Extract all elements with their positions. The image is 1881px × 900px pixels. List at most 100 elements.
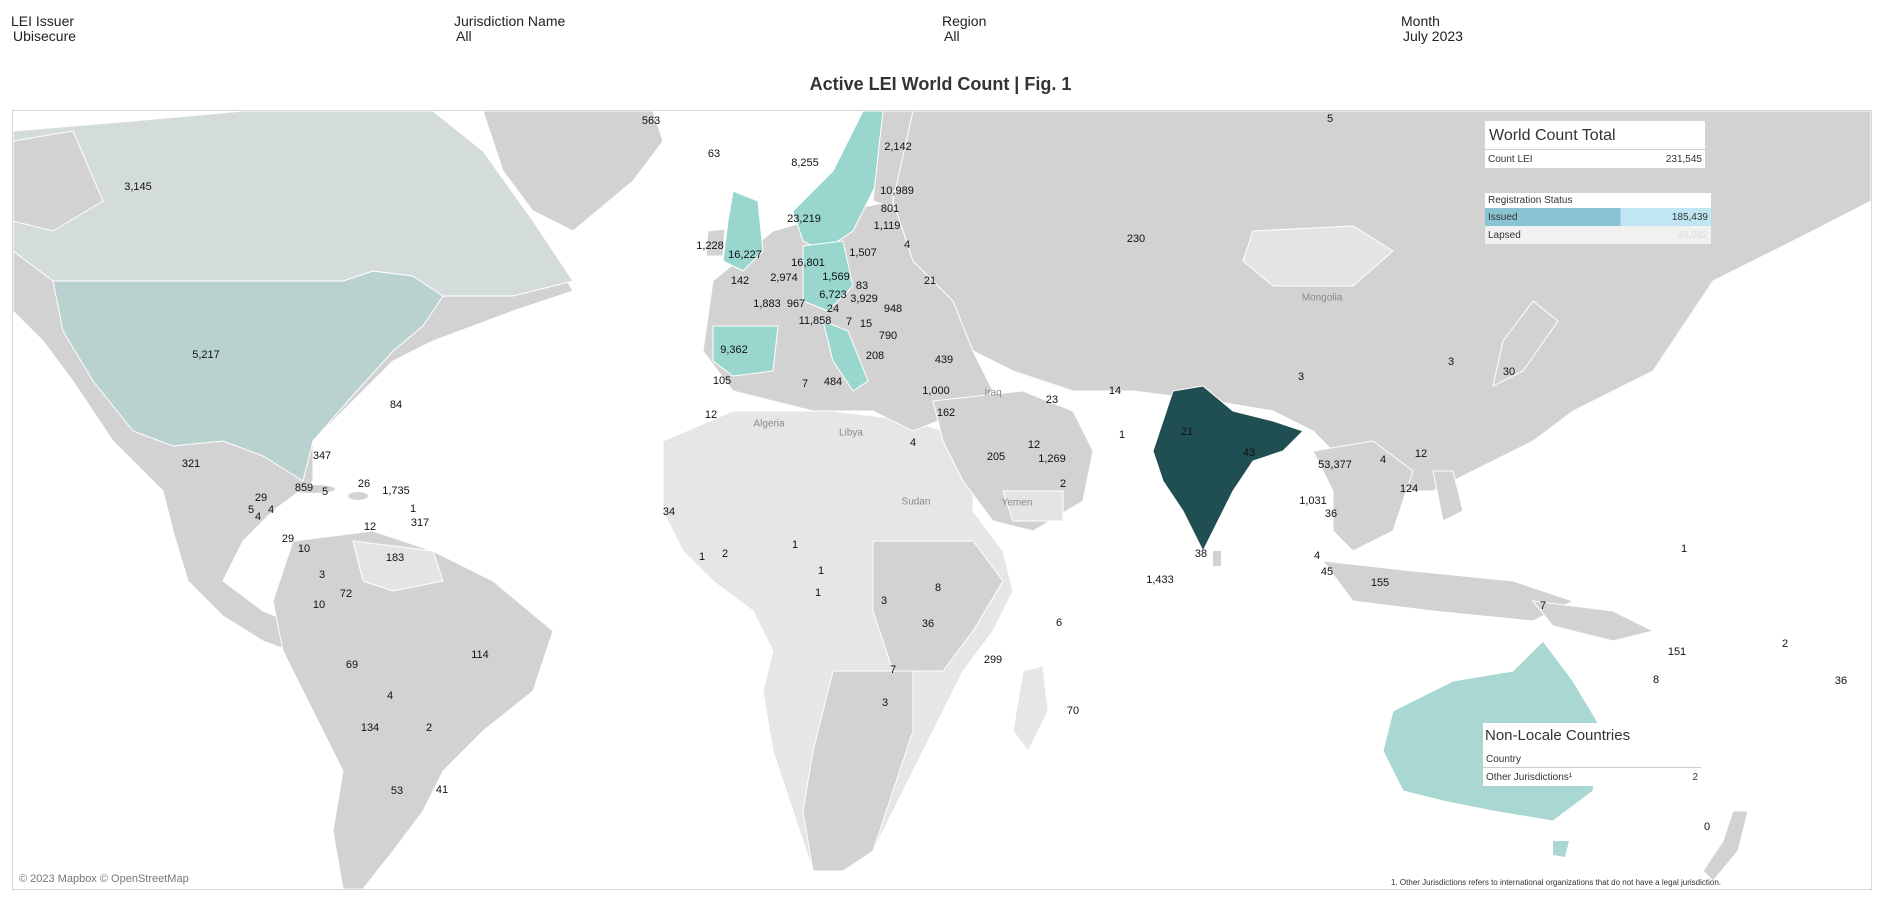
map-count-label: 2 — [1059, 478, 1067, 490]
map-count-label: 11,858 — [798, 315, 832, 327]
map-count-label: 155 — [1370, 577, 1390, 589]
map-count-label: 3,145 — [124, 181, 152, 193]
issued-label: Issued — [1488, 211, 1518, 223]
map-count-label: 12 — [1027, 439, 1041, 451]
map-count-label: 162 — [936, 407, 956, 419]
map-count-label: 83 — [855, 280, 869, 292]
map-count-label: 7 — [1539, 600, 1547, 612]
map-count-label: 230 — [1126, 233, 1146, 245]
map-count-label: 967 — [786, 298, 806, 310]
map-count-label: 7 — [801, 378, 809, 390]
map-count-label: 1,269 — [1038, 453, 1066, 465]
filter-jurisdiction-name[interactable]: Jurisdiction Name All — [454, 14, 565, 44]
filter-value[interactable]: All — [942, 29, 986, 44]
map-count-label: 14 — [1108, 385, 1122, 397]
map-count-label: 8 — [1652, 674, 1660, 686]
world-map[interactable]: Mongolia Algeria Libya Sudan Yemen Iraq … — [12, 110, 1872, 890]
map-count-label: 30 — [1502, 366, 1516, 378]
filter-value[interactable]: All — [454, 29, 565, 44]
map-count-label: 1,569 — [822, 271, 850, 283]
count-lei-value: 231,545 — [1665, 153, 1702, 165]
map-count-label: 1,119 — [873, 220, 901, 232]
map-count-label: 1 — [814, 587, 822, 599]
place-label-sudan: Sudan — [901, 496, 931, 508]
map-attribution: © 2023 Mapbox © OpenStreetMap — [19, 873, 189, 885]
map-count-label: 151 — [1667, 646, 1687, 658]
map-count-label: 0 — [1703, 821, 1711, 833]
map-count-label: 183 — [385, 552, 405, 564]
map-count-label: 1 — [791, 539, 799, 551]
map-count-label: 5 — [1326, 113, 1334, 125]
map-count-label: 3 — [881, 697, 889, 709]
map-count-label: 10 — [312, 599, 326, 611]
map-count-label: 205 — [986, 451, 1006, 463]
map-count-label: 1,031 — [1299, 495, 1327, 507]
indonesia-shape — [1321, 560, 1575, 622]
issued-value: 185,439 — [1671, 211, 1708, 223]
map-count-label: 7 — [845, 316, 853, 328]
filter-label: Region — [942, 13, 987, 29]
map-count-label: 4 — [254, 511, 262, 523]
map-count-label: 36 — [921, 618, 935, 630]
place-label-yemen: Yemen — [1001, 497, 1033, 509]
non-locale-title: Non-Locale Countries — [1485, 727, 1631, 744]
map-count-label: 1 — [1118, 429, 1126, 441]
map-count-label: 6 — [1055, 617, 1063, 629]
registration-status-panel: Registration Status Issued 185,439 Lapse… — [1485, 193, 1711, 244]
map-count-label: 29 — [281, 533, 295, 545]
map-count-label: 72 — [339, 588, 353, 600]
map-count-label: 439 — [934, 354, 954, 366]
map-count-label: 948 — [883, 303, 903, 315]
filter-month[interactable]: Month July 2023 — [1401, 14, 1463, 44]
map-count-label: 10 — [297, 543, 311, 555]
map-count-label: 36 — [1324, 508, 1338, 520]
map-count-label: 21 — [1180, 426, 1194, 438]
map-count-label: 5 — [321, 486, 329, 498]
map-count-label: 2,142 — [884, 141, 912, 153]
filter-region[interactable]: Region All — [942, 14, 986, 44]
map-count-label: 43 — [1242, 447, 1256, 459]
map-count-label: 7 — [889, 664, 897, 676]
place-label-libya: Libya — [839, 427, 863, 439]
map-count-label: 105 — [712, 375, 732, 387]
map-count-label: 29 — [254, 492, 268, 504]
tasmania-shape — [1553, 841, 1569, 857]
map-count-label: 134 — [360, 722, 380, 734]
map-count-label: 2,974 — [770, 272, 798, 284]
map-count-label: 2 — [425, 722, 433, 734]
sri-lanka-shape — [1213, 551, 1221, 566]
page-title: Active LEI World Count | Fig. 1 — [809, 74, 1072, 94]
map-count-label: 8 — [934, 582, 942, 594]
map-count-label: 3 — [880, 595, 888, 607]
issued-bar[interactable]: Issued 185,439 — [1485, 208, 1711, 226]
filter-value[interactable]: Ubisecure — [11, 29, 76, 44]
filter-lei-issuer[interactable]: LEI Issuer Ubisecure — [11, 14, 76, 44]
map-count-label: 12 — [704, 409, 718, 421]
map-count-label: 321 — [181, 458, 201, 470]
map-count-label: 84 — [389, 399, 403, 411]
map-count-label: 69 — [345, 659, 359, 671]
map-count-label: 15 — [859, 318, 873, 330]
lapsed-bar[interactable]: Lapsed 46,082 — [1485, 226, 1711, 244]
map-count-label: 801 — [880, 203, 900, 215]
map-count-label: 124 — [1399, 483, 1419, 495]
world-count-total-panel: World Count Total Count LEI 231,545 — [1485, 121, 1705, 168]
non-locale-row[interactable]: Other Jurisdictions¹ 2 — [1483, 768, 1701, 786]
lapsed-value: 46,082 — [1677, 229, 1708, 241]
map-count-label: 4 — [386, 690, 394, 702]
filter-value[interactable]: July 2023 — [1401, 29, 1463, 44]
map-count-label: 3 — [1447, 356, 1455, 368]
place-label-iraq: Iraq — [984, 387, 1002, 399]
east-africa-shape — [872, 540, 1004, 672]
map-count-label: 142 — [730, 275, 750, 287]
map-count-label: 1,735 — [382, 485, 410, 497]
map-count-label: 1,883 — [753, 298, 781, 310]
map-count-label: 4 — [1379, 454, 1387, 466]
map-count-label: 299 — [983, 654, 1003, 666]
map-count-label: 4 — [1313, 550, 1321, 562]
map-count-label: 2 — [1781, 638, 1789, 650]
filter-label: LEI Issuer — [11, 13, 75, 29]
map-count-label: 63 — [707, 148, 721, 160]
map-footnote: 1. Other Jurisdictions refers to interna… — [1391, 878, 1721, 887]
map-count-label: 2 — [721, 548, 729, 560]
